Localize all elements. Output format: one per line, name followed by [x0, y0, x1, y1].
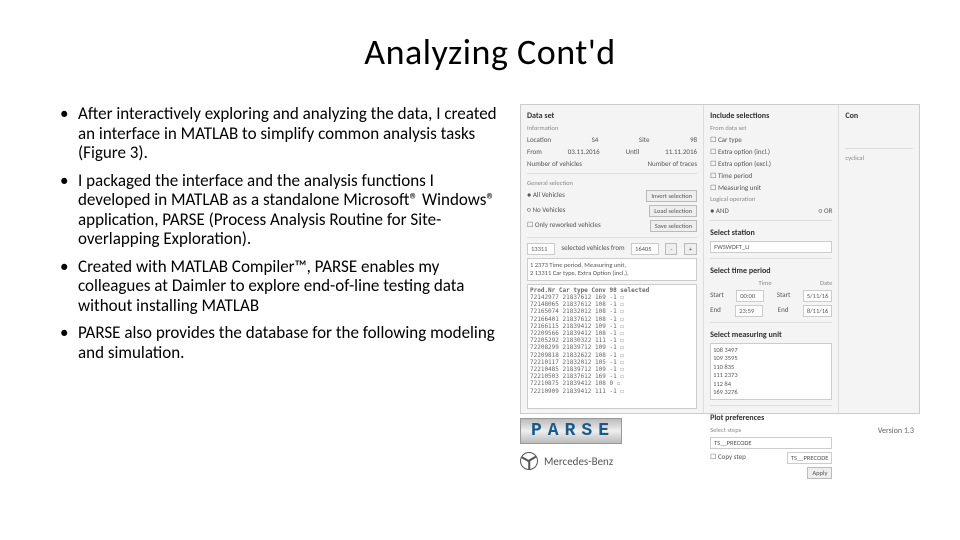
radio-or[interactable]: OR	[819, 206, 833, 215]
end-time-input[interactable]: 23:59	[735, 305, 763, 317]
check-measuring-unit[interactable]: Measuring unit	[710, 183, 832, 192]
bullet-item: PARSE also provides the database for the…	[60, 323, 500, 362]
end-date-input[interactable]: 8/11/16	[803, 305, 833, 317]
vehicle-table[interactable]: Prod.Nr Car type Conv 98 selected 721429…	[527, 284, 697, 409]
table-row: 72166401 21837612 108 -1 ☐	[530, 316, 694, 323]
radio-and[interactable]: AND	[710, 206, 729, 215]
bullet-item: Created with MATLAB Compiler™, PARSE ena…	[60, 257, 500, 316]
site-value: 98	[690, 135, 697, 144]
measuring-list[interactable]: 108 3497 109 3595 110 835 111 2373 112 8…	[710, 343, 832, 400]
time-col: Time	[758, 279, 771, 287]
start-time-input[interactable]: 00:00	[736, 290, 764, 302]
brand-label: Mercedes-Benz	[544, 455, 613, 468]
from-dataset-label: From data set	[710, 124, 832, 132]
radio-all-vehicles[interactable]: All Vehicles	[527, 190, 565, 202]
start-date-input[interactable]: 5/11/16	[803, 290, 833, 302]
dataset-header: Data set	[527, 111, 697, 121]
table-row: 72210909 21839412 111 -1 ☐	[530, 388, 694, 395]
bullet-item: I packaged the interface and the analysi…	[60, 171, 500, 249]
table-row: 72210485 21839712 109 -1 ☐	[530, 366, 694, 373]
logic-label: Logical operation	[710, 195, 832, 203]
figure-3: Data set Information Location S4 Site 98…	[520, 104, 920, 520]
check-reworked[interactable]: Only reworked vehicles	[527, 220, 601, 232]
list-item: 2 13311 Car type, Extra Option (incl.),	[530, 269, 694, 277]
list-item: 111 2373	[713, 371, 829, 379]
list-item: 108 3497	[713, 346, 829, 354]
from-value: 03.11.2016	[568, 147, 600, 156]
check-cartype[interactable]: Car type	[710, 135, 832, 144]
table-row: 72210503 21837612 169 -1 ☐	[530, 373, 694, 380]
selected-mid: selected vehicles from	[561, 243, 624, 255]
list-item: 110 835	[713, 363, 829, 371]
mercedes-star-icon	[520, 452, 538, 470]
list-item: 109 3595	[713, 354, 829, 362]
save-selection-button[interactable]: Save selection	[650, 220, 697, 232]
general-selection-header: General selection	[527, 179, 697, 187]
list-item: 1 2373 Time period, Measuring unit,	[530, 261, 694, 269]
nveh-label: Number of vehicles	[527, 159, 582, 168]
total-count: 16405	[631, 243, 659, 255]
measuring-header: Select measuring unit	[710, 330, 832, 340]
check-extra-excl[interactable]: Extra option (excl.)	[710, 159, 832, 168]
version-label: Version 1.3	[878, 426, 914, 436]
include-header: Include selections	[710, 111, 832, 121]
parse-logo: PARSE	[520, 418, 622, 444]
ntraces-label: Number of traces	[648, 159, 698, 168]
until-value: 11.11.2016	[665, 147, 697, 156]
start-label-2: Start	[777, 290, 791, 302]
end-label-2: End	[778, 305, 789, 317]
plus-button[interactable]: +	[684, 243, 697, 255]
check-extra-incl[interactable]: Extra option (incl.)	[710, 147, 832, 156]
selection-list[interactable]: 1 2373 Time period, Measuring unit, 2 13…	[527, 258, 697, 281]
station-header: Select station	[710, 228, 832, 238]
site-label: Site	[639, 135, 650, 144]
con-header: Con	[845, 111, 913, 121]
location-label: Location	[527, 135, 551, 144]
load-selection-button[interactable]: Load selection	[649, 205, 697, 217]
table-row: 72210117 21832012 105 -1 ☐	[530, 359, 694, 366]
end-label: End	[710, 305, 721, 317]
date-col: Date	[820, 279, 832, 287]
until-label: Until	[626, 147, 640, 156]
location-value: S4	[592, 135, 599, 144]
table-row: 72205292 21830322 111 -1 ☐	[530, 337, 694, 344]
info-header: Information	[527, 124, 697, 132]
bullet-item: After interactively exploring and analyz…	[60, 104, 500, 163]
bullet-list: After interactively exploring and analyz…	[60, 104, 500, 520]
table-row: 72208299 21839712 109 -1 ☐	[530, 344, 694, 351]
minus-button[interactable]: -	[665, 243, 677, 255]
from-label: From	[527, 147, 542, 156]
start-label: Start	[710, 290, 724, 302]
slide-title: Analyzing Cont'd	[60, 30, 920, 74]
station-select[interactable]: FWSWOFT_LI	[710, 241, 832, 253]
table-row: 72210875 21839412 108 0 ☐	[530, 380, 694, 387]
table-row: 72165074 21832012 108 -1 ☐	[530, 308, 694, 315]
parse-gui-mock: Data set Information Location S4 Site 98…	[520, 104, 920, 414]
table-row: 72142977 21837612 169 -1 ☐	[530, 294, 694, 301]
invert-selection-button[interactable]: Invert selection	[646, 190, 697, 202]
check-time-period[interactable]: Time period	[710, 171, 832, 180]
list-item: 112 84	[713, 380, 829, 388]
table-row: 72148065 21837612 108 -1 ☐	[530, 301, 694, 308]
radio-no-vehicles[interactable]: No Vehicles	[527, 205, 565, 217]
table-row: 72209566 21839412 108 -1 ☐	[530, 330, 694, 337]
cyclical-label: cyclical	[845, 154, 913, 162]
selected-count: 13311	[527, 243, 555, 255]
table-row: 72209818 21832622 108 -1 ☐	[530, 352, 694, 359]
list-item: 169 3276	[713, 388, 829, 396]
time-header: Select time period	[710, 266, 832, 276]
table-header: Prod.Nr Car type Conv 98 selected	[530, 287, 694, 294]
table-row: 72166115 21839412 109 -1 ☐	[530, 323, 694, 330]
